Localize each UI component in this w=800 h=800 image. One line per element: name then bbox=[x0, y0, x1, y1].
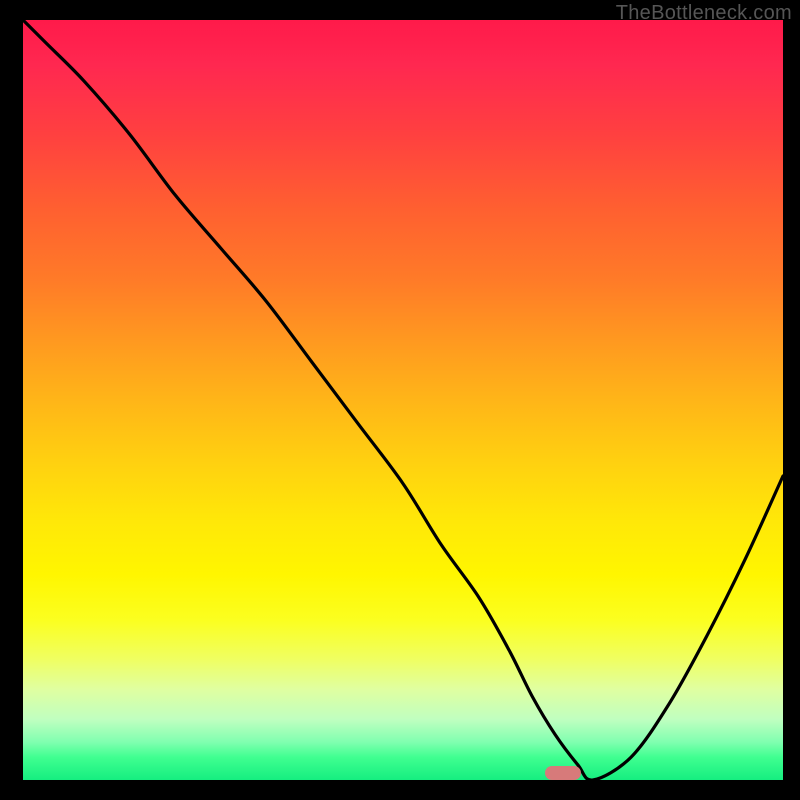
plot-area bbox=[20, 20, 783, 783]
bottleneck-curve bbox=[23, 20, 783, 780]
chart-container: TheBottleneck.com bbox=[0, 0, 800, 800]
optimal-marker bbox=[545, 766, 581, 780]
watermark-text: TheBottleneck.com bbox=[616, 2, 792, 25]
